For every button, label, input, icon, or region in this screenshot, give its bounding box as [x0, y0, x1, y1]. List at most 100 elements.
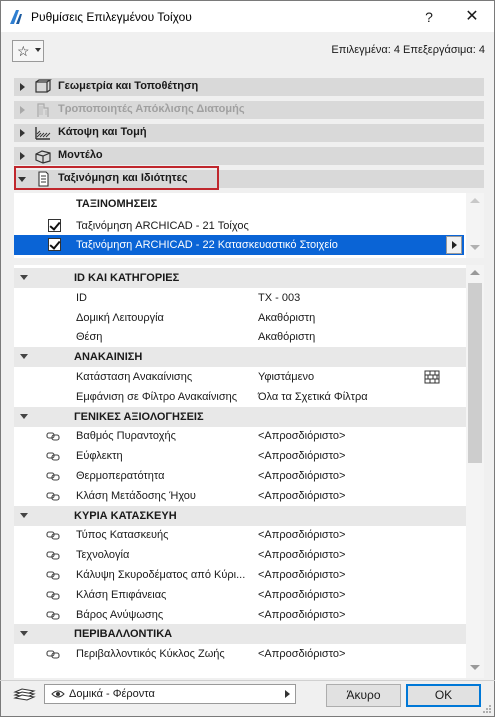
- property-group-name: ID ΚΑΙ ΚΑΤΗΓΟΡΙΕΣ: [74, 272, 180, 284]
- property-row[interactable]: Βάρος Ανύψωσης <Απροσδιόριστο>: [14, 605, 466, 625]
- panel-label: Κάτοψη και Τομή: [58, 126, 147, 138]
- highlight-box: [14, 166, 219, 190]
- property-value[interactable]: <Απροσδιόριστο>: [258, 529, 345, 541]
- property-value[interactable]: Υφιστάμενο: [258, 371, 314, 383]
- property-row[interactable]: Κάλυψη Σκυροδέματος από Κύρι... <Απροσδιό…: [14, 565, 466, 585]
- scroll-down-icon[interactable]: [470, 665, 480, 670]
- property-group-name: ΓΕΝΙΚΕΣ ΑΞΙΟΛΟΓΗΣΕΙΣ: [74, 410, 204, 423]
- panel-label: Γεωμετρία και Τοποθέτηση: [58, 80, 199, 92]
- link-icon: [46, 472, 60, 481]
- link-icon: [46, 650, 60, 659]
- property-value[interactable]: Ακαθόριστη: [258, 331, 315, 343]
- close-button[interactable]: ✕: [461, 7, 483, 27]
- link-icon: [46, 571, 60, 580]
- property-row[interactable]: Θερμοπερατότητα <Απροσδιόριστο>: [14, 466, 466, 486]
- property-value[interactable]: <Απροσδιόριστο>: [258, 549, 345, 561]
- classification-checkbox[interactable]: [48, 238, 61, 251]
- property-value[interactable]: <Απροσδιόριστο>: [258, 589, 345, 601]
- expand-triangle-icon: [20, 129, 25, 137]
- property-value[interactable]: <Απροσδιόριστο>: [258, 430, 345, 442]
- scroll-up-icon[interactable]: [470, 270, 480, 275]
- resize-grip-icon[interactable]: [482, 704, 492, 714]
- property-value[interactable]: ΤΧ - 003: [258, 292, 300, 304]
- property-value[interactable]: <Απροσδιόριστο>: [258, 609, 345, 621]
- classification-row[interactable]: Ταξινόμηση ARCHICAD - 21 Τοίχος: [14, 216, 464, 236]
- property-group-header[interactable]: ΚΥΡΙΑ ΚΑΤΑΣΚΕΥΗ: [14, 505, 466, 526]
- cancel-button[interactable]: Άκυρο: [326, 684, 401, 707]
- property-value[interactable]: <Απροσδιόριστο>: [258, 470, 345, 482]
- panel-label: Μοντέλο: [58, 149, 103, 161]
- property-row[interactable]: Δομική Λειτουργία Ακαθόριστη: [14, 308, 466, 328]
- scroll-down-icon[interactable]: [470, 245, 480, 250]
- help-button[interactable]: ?: [419, 7, 439, 27]
- expand-triangle-icon: [20, 106, 25, 114]
- property-row[interactable]: Κλάση Μετάδοσης Ήχου <Απροσδιόριστο>: [14, 486, 466, 506]
- property-name: Τεχνολογία: [76, 549, 130, 562]
- title-bar[interactable]: Ρυθμίσεις Επιλεγμένου Τοίχου ? ✕: [0, 0, 495, 32]
- panel-floor-plan-section[interactable]: Κάτοψη και Τομή: [14, 124, 484, 142]
- property-name: Βαθμός Πυραντοχής: [76, 430, 176, 443]
- property-name: Κατάσταση Ανακαίνισης: [76, 371, 193, 383]
- property-row[interactable]: Περιβαλλοντικός Κύκλος Ζωής <Απροσδιόριστ…: [14, 644, 466, 664]
- property-row[interactable]: Εύφλεκτη <Απροσδιόριστο>: [14, 446, 466, 466]
- eye-icon: [51, 690, 65, 698]
- properties-list: ID ΚΑΙ ΚΑΤΗΓΟΡΙΕΣ ID ΤΧ - 003 Δομική Λειτου…: [14, 265, 484, 678]
- property-row[interactable]: Θέση Ακαθόριστη: [14, 327, 466, 347]
- geometry-icon: [35, 79, 52, 93]
- property-row[interactable]: Κατάσταση Ανακαίνισης Υφιστάμενο: [14, 367, 466, 387]
- property-row[interactable]: Τύπος Κατασκευής <Απροσδιόριστο>: [14, 525, 466, 545]
- property-row[interactable]: Τεχνολογία <Απροσδιόριστο>: [14, 545, 466, 565]
- property-group-header[interactable]: ID ΚΑΙ ΚΑΤΗΓΟΡΙΕΣ: [14, 268, 466, 288]
- classification-picker-button[interactable]: [446, 236, 462, 254]
- property-value[interactable]: <Απροσδιόριστο>: [258, 450, 345, 462]
- link-icon: [46, 531, 60, 540]
- chevron-down-icon: [35, 48, 41, 52]
- favorites-button[interactable]: ☆: [12, 40, 44, 62]
- expand-triangle-icon: [20, 152, 25, 160]
- property-group-header[interactable]: ΑΝΑΚΑΙΝΙΣΗ: [14, 347, 466, 368]
- property-value[interactable]: <Απροσδιόριστο>: [258, 648, 345, 660]
- profile-modifier-icon: [37, 103, 49, 117]
- panel-label: Τροποποιητές Απόκλισης Διατομής: [58, 103, 245, 115]
- property-row[interactable]: ID ΤΧ - 003: [14, 288, 466, 308]
- property-name: Εύφλεκτη: [76, 450, 123, 463]
- scrollbar-thumb[interactable]: [468, 283, 482, 463]
- property-row[interactable]: Κλάση Επιφάνειας <Απροσδιόριστο>: [14, 585, 466, 605]
- panel-model[interactable]: Μοντέλο: [14, 147, 484, 165]
- scroll-up-icon[interactable]: [470, 198, 480, 203]
- layer-dropdown[interactable]: Δομικά - Φέροντα: [44, 684, 296, 704]
- property-name: Τύπος Κατασκευής: [76, 529, 169, 542]
- property-group-name: ΠΕΡΙΒΑΛΛΟΝΤΙΚΑ: [74, 628, 173, 641]
- link-icon: [46, 432, 60, 441]
- classification-label: Ταξινόμηση ARCHICAD - 21 Τοίχος: [76, 220, 249, 232]
- property-value[interactable]: Όλα τα Σχετικά Φίλτρα: [258, 391, 368, 403]
- layer-value: Δομικά - Φέροντα: [69, 688, 155, 700]
- property-group-header[interactable]: ΠΕΡΙΒΑΛΛΟΝΤΙΚΑ: [14, 624, 466, 645]
- link-icon: [46, 551, 60, 560]
- expand-triangle-icon: [20, 83, 25, 91]
- archicad-app-icon: [10, 10, 22, 24]
- brick-wall-icon[interactable]: [424, 370, 440, 384]
- property-value[interactable]: <Απροσδιόριστο>: [258, 569, 345, 581]
- property-name: Κλάση Μετάδοσης Ήχου: [76, 489, 196, 502]
- window-title: Ρυθμίσεις Επιλεγμένου Τοίχου: [31, 10, 192, 24]
- classifications-header: ΤΑΞΙΝΟΜΗΣΕΙΣ: [76, 198, 158, 210]
- ok-button[interactable]: OK: [406, 684, 481, 707]
- property-row[interactable]: Βαθμός Πυραντοχής <Απροσδιόριστο>: [14, 426, 466, 446]
- selection-info: Επιλεγμένα: 4 Επεξεργάσιμα: 4: [331, 44, 485, 56]
- property-value[interactable]: <Απροσδιόριστο>: [258, 490, 345, 502]
- footer-divider: [0, 680, 495, 681]
- property-value[interactable]: Ακαθόριστη: [258, 312, 315, 324]
- property-name: Κάλυψη Σκυροδέματος από Κύρι...: [76, 569, 246, 581]
- panel-geometry-placement[interactable]: Γεωμετρία και Τοποθέτηση: [14, 78, 484, 96]
- collapse-triangle-icon: [20, 275, 28, 280]
- property-group-header[interactable]: ΓΕΝΙΚΕΣ ΑΞΙΟΛΟΓΗΣΕΙΣ: [14, 406, 466, 427]
- collapse-triangle-icon: [20, 631, 28, 637]
- property-name: Θέση: [76, 331, 103, 344]
- classification-row-selected[interactable]: Ταξινόμηση ARCHICAD - 22 Κατασκευαστικό …: [14, 235, 464, 255]
- classification-checkbox[interactable]: [48, 219, 61, 232]
- property-row[interactable]: Εμφάνιση σε Φίλτρο Ανακαίνισης Όλα τα Σχε…: [14, 387, 466, 407]
- model-box-icon: [35, 150, 51, 164]
- link-icon: [46, 591, 60, 600]
- classifications-scrollbar[interactable]: [466, 193, 484, 258]
